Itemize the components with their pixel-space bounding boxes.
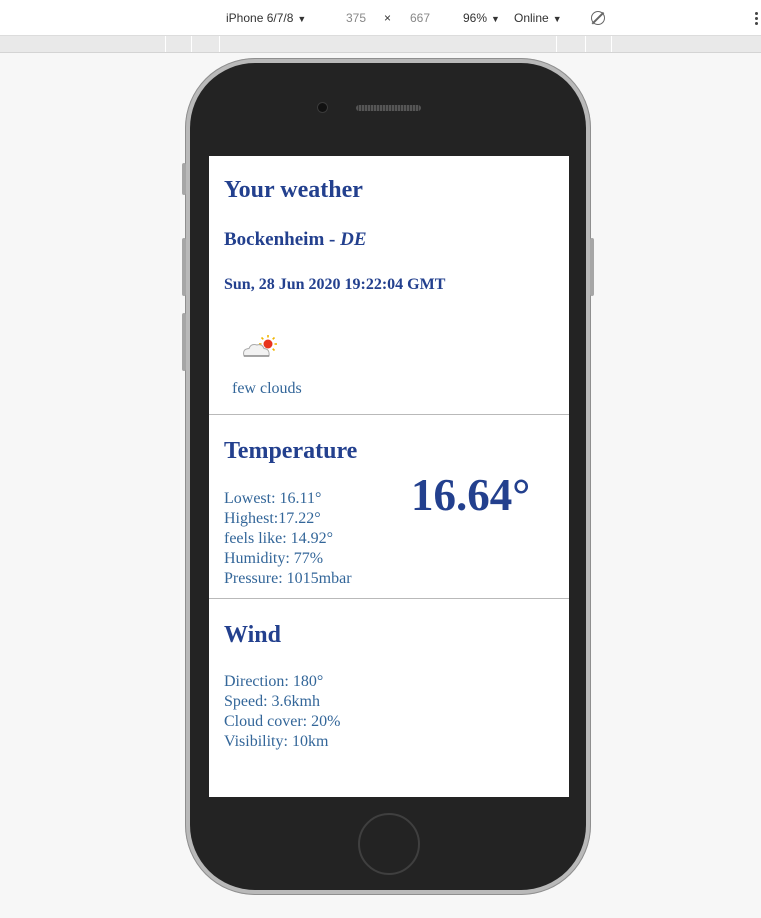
temperature-title: Temperature	[224, 438, 358, 464]
device-toolbar: iPhone 6/7/8 ▼ 375 × 667 96% ▼ Online ▼	[0, 0, 761, 36]
media-query-ruler	[0, 36, 761, 53]
page-title: Your weather	[224, 177, 363, 203]
wind-speed: Speed: 3.6kmh	[224, 693, 320, 710]
wind-details: Direction: 180° Speed: 3.6kmh Cloud cove…	[224, 672, 340, 752]
cloud-cover: Cloud cover: 20%	[224, 713, 341, 730]
front-camera	[318, 103, 327, 112]
app-screen: Your weather Bockenheim - DE Sun, 28 Jun…	[209, 156, 569, 797]
volume-down-button	[182, 313, 186, 371]
chevron-down-icon: ▼	[297, 14, 307, 24]
mute-switch	[182, 163, 186, 195]
visibility: Visibility: 10km	[224, 733, 329, 750]
date-time: Sun, 28 Jun 2020 19:22:04 GMT	[224, 276, 446, 293]
zoom-label: 96%	[463, 11, 488, 25]
zoom-select[interactable]: 96% ▼	[463, 11, 500, 25]
chevron-down-icon: ▼	[491, 14, 500, 24]
power-button	[590, 238, 594, 296]
volume-up-button	[182, 238, 186, 296]
wind-direction: Direction: 180°	[224, 673, 324, 690]
rotate-icon[interactable]	[591, 11, 605, 25]
chevron-down-icon: ▼	[552, 14, 562, 24]
viewport-width-input[interactable]: 375	[346, 11, 366, 25]
humidity: Humidity: 77%	[224, 550, 324, 567]
device-label: iPhone 6/7/8	[226, 11, 294, 25]
country-code: DE	[340, 229, 367, 250]
viewport-height-input[interactable]: 667	[410, 11, 430, 25]
more-options-icon[interactable]	[755, 12, 758, 26]
weather-description: few clouds	[232, 380, 302, 397]
temp-highest: Highest:17.22°	[224, 510, 321, 527]
few-clouds-icon	[243, 335, 277, 357]
current-temperature: 16.64°	[411, 470, 531, 520]
wind-title: Wind	[224, 622, 281, 648]
dimension-separator: ×	[384, 11, 392, 25]
network-label: Online	[514, 11, 549, 25]
city-name: Bockenheim	[224, 229, 325, 250]
earpiece-speaker	[356, 105, 421, 111]
location: Bockenheim - DE	[224, 229, 367, 251]
temp-lowest: Lowest: 16.11°	[224, 490, 322, 507]
section-divider	[209, 598, 569, 599]
home-button[interactable]	[358, 813, 420, 875]
location-separator: -	[324, 229, 341, 250]
device-select[interactable]: iPhone 6/7/8 ▼	[226, 11, 306, 25]
temperature-details: Lowest: 16.11° Highest:17.22° feels like…	[224, 489, 352, 589]
network-select[interactable]: Online ▼	[514, 11, 562, 25]
pressure: Pressure: 1015mbar	[224, 570, 352, 587]
temp-feels-like: feels like: 14.92°	[224, 530, 334, 547]
section-divider	[209, 414, 569, 415]
